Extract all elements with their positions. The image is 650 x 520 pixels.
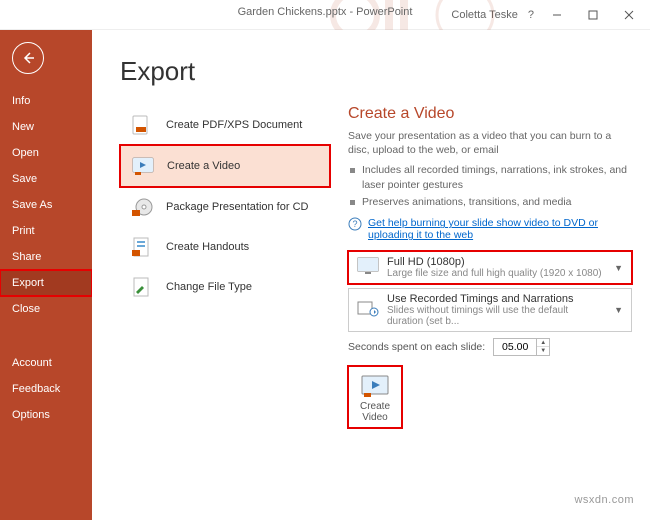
option-label: Package Presentation for CD (166, 201, 308, 213)
sidebar-item-export[interactable]: Export (0, 270, 92, 296)
monitor-icon (357, 257, 379, 278)
window-title: Garden Chickens.pptx - PowerPoint (238, 6, 413, 18)
minimize-button[interactable] (544, 5, 570, 25)
create-video-icon (359, 373, 391, 399)
quality-label: Full HD (1080p) (387, 256, 602, 268)
user-name[interactable]: Coletta Teske (451, 9, 517, 21)
create-video-button[interactable]: Create Video (348, 366, 402, 428)
titlebar: Garden Chickens.pptx - PowerPoint Colett… (0, 0, 650, 30)
sidebar-item-share[interactable]: Share (0, 244, 92, 270)
quality-sub: Large file size and full high quality (1… (387, 268, 602, 279)
chevron-down-icon: ▼ (614, 305, 623, 315)
spinner-down-icon[interactable]: ▼ (537, 347, 549, 355)
back-button[interactable] (12, 42, 44, 74)
option-change-filetype[interactable]: Change File Type (120, 267, 330, 307)
seconds-label: Seconds spent on each slide: (348, 341, 485, 353)
create-video-text: Create Video (353, 401, 397, 423)
export-options-list: Create PDF/XPS Document Create a Video P… (120, 105, 330, 428)
backstage-sidebar: Info New Open Save Save As Print Share E… (0, 30, 92, 520)
bullet-item: Preserves animations, transitions, and m… (348, 195, 632, 210)
back-arrow-icon (21, 51, 35, 65)
sidebar-item-new[interactable]: New (0, 114, 92, 140)
timings-label: Use Recorded Timings and Narrations (387, 293, 606, 305)
sidebar-item-account[interactable]: Account (0, 350, 92, 376)
option-label: Create Handouts (166, 241, 249, 253)
bullet-item: Includes all recorded timings, narration… (348, 163, 632, 192)
maximize-button[interactable] (580, 5, 606, 25)
sidebar-item-open[interactable]: Open (0, 140, 92, 166)
video-icon (129, 154, 157, 178)
option-create-handouts[interactable]: Create Handouts (120, 227, 330, 267)
watermark: wsxdn.com (574, 494, 634, 506)
video-detail-pane: Create a Video Save your presentation as… (348, 105, 632, 428)
detail-description: Save your presentation as a video that y… (348, 129, 632, 157)
seconds-spinner[interactable]: ▲ ▼ (493, 338, 550, 356)
sidebar-item-print[interactable]: Print (0, 218, 92, 244)
seconds-input[interactable] (494, 341, 536, 353)
sidebar-item-saveas[interactable]: Save As (0, 192, 92, 218)
detail-heading: Create a Video (348, 105, 632, 123)
spinner-up-icon[interactable]: ▲ (537, 339, 549, 347)
option-package-cd[interactable]: Package Presentation for CD (120, 187, 330, 227)
help-button[interactable]: ? (528, 9, 534, 21)
pdf-icon (128, 113, 156, 137)
minimize-icon (552, 10, 562, 20)
maximize-icon (588, 10, 598, 20)
timings-icon (357, 300, 379, 321)
help-row: ? Get help burning your slide show video… (348, 217, 632, 241)
svg-text:?: ? (352, 219, 357, 229)
timings-sub: Slides without timings will use the defa… (387, 305, 606, 327)
close-button[interactable] (616, 5, 642, 25)
option-label: Create a Video (167, 160, 240, 172)
filetype-icon (128, 275, 156, 299)
sidebar-item-feedback[interactable]: Feedback (0, 376, 92, 402)
quality-dropdown[interactable]: Full HD (1080p) Large file size and full… (348, 251, 632, 284)
sidebar-item-options[interactable]: Options (0, 402, 92, 428)
page-title: Export (120, 56, 632, 87)
help-link[interactable]: Get help burning your slide show video t… (368, 217, 632, 241)
option-create-video[interactable]: Create a Video (120, 145, 330, 187)
option-label: Change File Type (166, 281, 252, 293)
timings-dropdown[interactable]: Use Recorded Timings and Narrations Slid… (348, 288, 632, 332)
option-label: Create PDF/XPS Document (166, 119, 302, 131)
chevron-down-icon: ▼ (614, 263, 623, 273)
sidebar-item-close[interactable]: Close (0, 296, 92, 322)
handouts-icon (128, 235, 156, 259)
help-question-icon: ? (348, 217, 362, 234)
content-pane: Export Create PDF/XPS Document Create a … (92, 30, 650, 520)
sidebar-item-info[interactable]: Info (0, 88, 92, 114)
feature-bullets: Includes all recorded timings, narration… (348, 163, 632, 209)
cd-icon (128, 195, 156, 219)
option-create-pdf[interactable]: Create PDF/XPS Document (120, 105, 330, 145)
close-icon (624, 10, 634, 20)
sidebar-item-save[interactable]: Save (0, 166, 92, 192)
